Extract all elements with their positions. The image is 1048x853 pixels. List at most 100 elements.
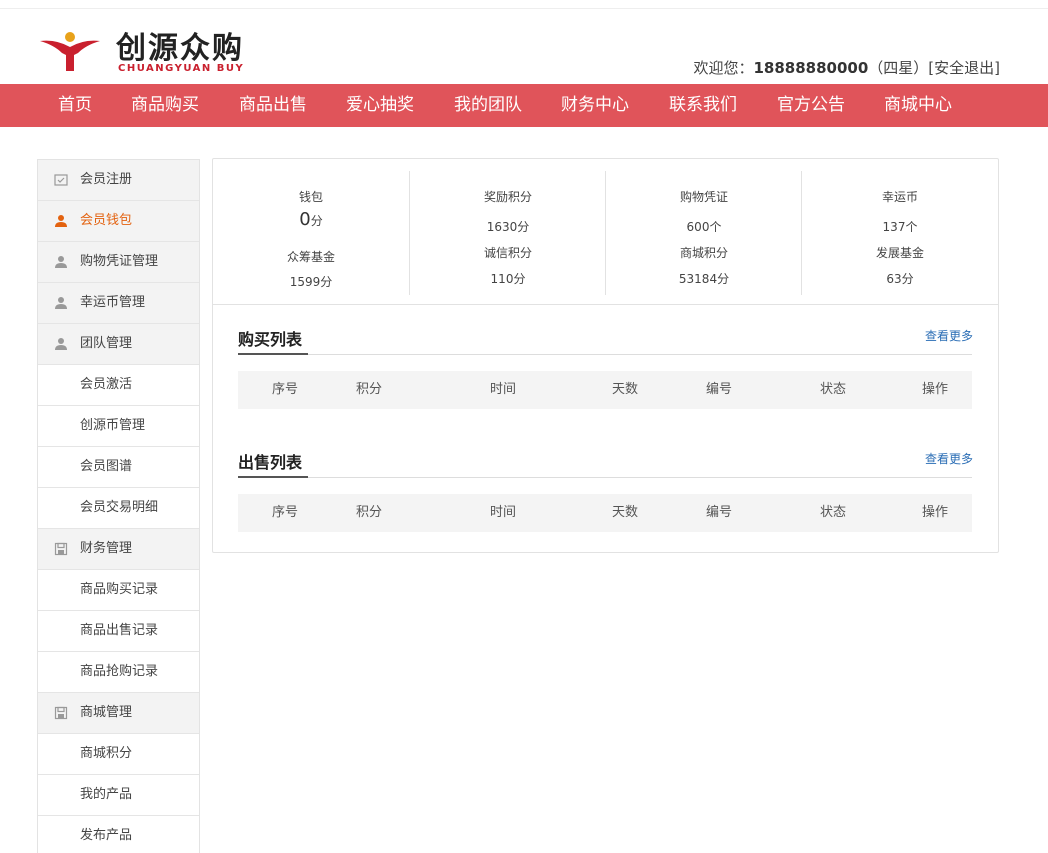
stat-value: 0分 [213,209,409,230]
sell-list-divider [238,477,972,478]
stat-lucky-coin: 幸运币 137个 发展基金 63分 [801,171,998,295]
stat-value: 600个 [686,220,722,234]
col-number: 编号 [706,505,733,520]
stat-label: 幸运币 [881,190,918,204]
col-number: 编号 [706,382,733,397]
col-time: 时间 [490,505,517,520]
sidebar-item-my-products[interactable]: 我的产品 [38,775,199,816]
stat-label: 商城积分 [679,246,728,260]
col-points: 积分 [356,382,383,397]
nav-item-buy[interactable]: 商品购买 [131,84,199,127]
wallet-value: 0 [299,209,311,230]
nav-item-finance[interactable]: 财务中心 [561,84,629,127]
sidebar-item-transactions[interactable]: 会员交易明细 [38,488,199,529]
sidebar-item-register[interactable]: 会员注册 [38,160,199,201]
sidebar-item-label: 商城管理 [80,705,133,720]
sidebar: 会员注册 会员钱包 购物凭证管理 幸运币管理 团队管理 会员激活 创源币管理 会… [37,159,200,853]
sidebar-item-label: 财务管理 [80,541,133,556]
stat-value: 1630分 [486,220,530,234]
stat-value: 63分 [886,272,914,286]
nav-item-lottery[interactable]: 爱心抽奖 [346,84,414,127]
buy-list-underline [238,353,308,355]
stat-label: 诚信积分 [483,246,532,260]
nav-item-home[interactable]: 首页 [58,84,92,127]
logo-text-en: CHUANGYUAN BUY [118,63,245,74]
sidebar-item-mall[interactable]: 商城管理 [38,693,199,734]
sidebar-item-buy-records[interactable]: 商品购买记录 [38,570,199,611]
sidebar-item-publish-product[interactable]: 发布产品 [38,816,199,853]
col-index: 序号 [272,382,299,397]
buy-list-title: 购买列表 [238,330,303,349]
wallet-unit: 分 [310,214,323,228]
sell-list-more-link[interactable]: 查看更多 [925,450,973,467]
logo[interactable]: 创源众购 CHUANGYUAN BUY [38,31,308,81]
main-panel: 钱包 0分 众筹基金 1599分 奖励积分 1630分 诚信积分 110分 购物… [212,158,999,553]
sidebar-item-label: 购物凭证管理 [80,254,159,269]
stat-value: 1599分 [289,275,333,289]
col-index: 序号 [272,505,299,520]
stat-value: 137个 [882,220,918,234]
user-level: （四星） [868,59,929,77]
sidebar-item-wallet[interactable]: 会员钱包 [38,201,199,242]
sell-list-title: 出售列表 [238,453,303,472]
top-border [0,0,1048,9]
buy-list-divider [238,354,972,355]
sidebar-item-label: 会员注册 [80,172,133,187]
stat-label: 众筹基金 [286,250,335,264]
nav-item-notice[interactable]: 官方公告 [777,84,845,127]
nav-item-mall[interactable]: 商城中心 [884,84,952,127]
stat-voucher: 购物凭证 600个 商城积分 53184分 [605,171,802,295]
sidebar-item-mall-points[interactable]: 商城积分 [38,734,199,775]
col-action: 操作 [922,505,949,520]
stats-panel: 钱包 0分 众筹基金 1599分 奖励积分 1630分 诚信积分 110分 购物… [213,159,998,305]
nav-item-sell[interactable]: 商品出售 [239,84,307,127]
sidebar-item-cy-coin[interactable]: 创源币管理 [38,406,199,447]
user-icon [55,215,67,227]
col-days: 天数 [612,382,639,397]
sidebar-item-finance[interactable]: 财务管理 [38,529,199,570]
col-status: 状态 [820,505,847,520]
sell-list-underline [238,476,308,478]
stat-label: 钱包 [298,190,323,204]
user-icon [55,338,67,350]
sidebar-item-sell-records[interactable]: 商品出售记录 [38,611,199,652]
stat-reward-points: 奖励积分 1630分 诚信积分 110分 [409,171,606,295]
stat-label: 发展基金 [875,246,924,260]
stat-label: 购物凭证 [679,190,728,204]
logout-link[interactable]: [安全退出] [928,59,1000,77]
register-icon [54,174,68,186]
col-points: 积分 [356,505,383,520]
logo-text-cn: 创源众购 [116,31,244,66]
col-days: 天数 [612,505,639,520]
header: 创源众购 CHUANGYUAN BUY 欢迎您：18888880000（四星）[… [0,9,1048,83]
welcome-bar: 欢迎您：18888880000（四星）[安全退出] [693,57,1000,78]
save-icon [54,706,68,720]
nav-item-team[interactable]: 我的团队 [454,84,522,127]
user-icon [55,297,67,309]
buy-list-more-link[interactable]: 查看更多 [925,327,973,344]
welcome-prefix: 欢迎您： [693,59,754,77]
sidebar-item-member-map[interactable]: 会员图谱 [38,447,199,488]
sidebar-item-label: 团队管理 [80,336,133,351]
nav-item-contact[interactable]: 联系我们 [669,84,737,127]
sidebar-item-flash-records[interactable]: 商品抢购记录 [38,652,199,693]
main-nav: 首页 商品购买 商品出售 爱心抽奖 我的团队 财务中心 联系我们 官方公告 商城… [0,84,1048,127]
col-action: 操作 [922,382,949,397]
sidebar-item-voucher[interactable]: 购物凭证管理 [38,242,199,283]
sell-list-header: 序号 积分 时间 天数 编号 状态 操作 [238,494,972,532]
col-status: 状态 [820,382,847,397]
stat-value: 110分 [490,272,526,286]
sidebar-item-activate[interactable]: 会员激活 [38,365,199,406]
stat-value: 53184分 [678,272,730,286]
save-icon [54,542,68,556]
user-phone: 18888880000 [753,59,869,77]
buy-list-header: 序号 积分 时间 天数 编号 状态 操作 [238,371,972,409]
logo-mark-icon [40,32,100,71]
sidebar-item-lucky-coin[interactable]: 幸运币管理 [38,283,199,324]
stat-wallet: 钱包 0分 众筹基金 1599分 [213,171,409,295]
sidebar-item-label: 幸运币管理 [80,295,146,310]
sidebar-item-team[interactable]: 团队管理 [38,324,199,365]
col-time: 时间 [490,382,517,397]
stat-label: 奖励积分 [483,190,532,204]
sidebar-item-label: 会员钱包 [80,213,133,228]
